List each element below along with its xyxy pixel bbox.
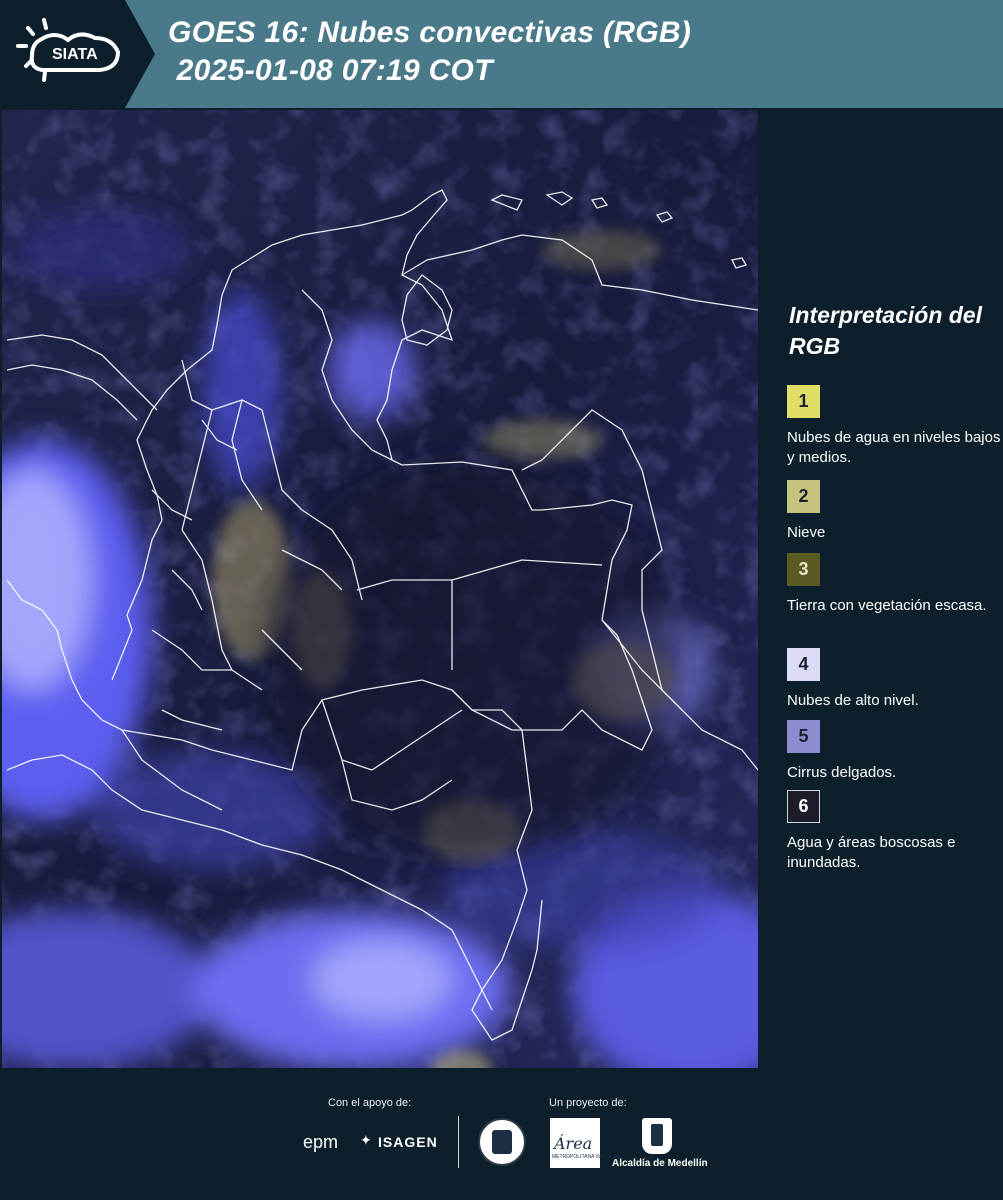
alcaldia-logo-text: Alcaldía de Medellín (612, 1158, 708, 1169)
alcaldia-crest-icon (642, 1118, 672, 1154)
legend-swatch: 6 (787, 790, 820, 823)
project-label: Un proyecto de: (549, 1097, 627, 1109)
legend-label: Agua y áreas boscosas e inundadas. (787, 834, 956, 871)
area-metropolitana-logo: Área METROPOLITANA Valle de Aburrá (550, 1118, 629, 1168)
legend-title: Interpretación del RGB (789, 302, 982, 359)
area-logo-text: Área (554, 1134, 593, 1153)
legend-label: Cirrus delgados. (787, 764, 897, 781)
legend-panel: Interpretación del RGB 1 Nubes de agua e… (762, 110, 1003, 1068)
legend-label: Nubes de alto nivel. (787, 692, 919, 709)
epm-logo: epm (303, 1132, 339, 1152)
footer-sponsors: Con el apoyo de: Un proyecto de: epm ✦ I… (0, 1070, 1003, 1200)
legend-item-5: 5 Cirrus delgados. (787, 720, 1002, 783)
siata-logo: SIATA (0, 0, 160, 108)
legend-item-1: 1 Nubes de agua en niveles bajos y medio… (787, 385, 1002, 468)
legend-item-2: 2 Nieve (787, 480, 1002, 543)
legend-swatch: 4 (787, 648, 820, 681)
isagen-logo: ISAGEN (378, 1134, 438, 1150)
legend-swatch: 1 (787, 385, 820, 418)
legend-swatch: 2 (787, 480, 820, 513)
legend-swatch: 5 (787, 720, 820, 753)
isagen-icon: ✦ (360, 1132, 372, 1148)
legend-swatch: 3 (787, 553, 820, 586)
legend-label: Tierra con vegetación escasa. (787, 597, 987, 614)
medellin-seal-icon (478, 1118, 526, 1166)
legend-item-4: 4 Nubes de alto nivel. (787, 648, 1002, 711)
logo-text: SIATA (52, 46, 98, 63)
legend-label: Nubes de agua en niveles bajos y medios. (787, 429, 1001, 466)
legend-item-6: 6 Agua y áreas boscosas e inundadas. (787, 790, 1002, 873)
title-line-2: 2025-01-08 07:19 COT (168, 54, 493, 87)
title-line-1: GOES 16: Nubes convectivas (RGB) (168, 16, 692, 49)
support-label: Con el apoyo de: (328, 1097, 412, 1109)
page-title: GOES 16: Nubes convectivas (RGB) 2025-01… (168, 14, 691, 90)
legend-item-3: 3 Tierra con vegetación escasa. (787, 553, 1002, 616)
satellite-rgb-map (2, 110, 758, 1068)
legend-label: Nieve (787, 524, 826, 541)
footer-divider (458, 1116, 459, 1168)
header-bar: SIATA GOES 16: Nubes convectivas (RGB) 2… (0, 0, 1003, 108)
